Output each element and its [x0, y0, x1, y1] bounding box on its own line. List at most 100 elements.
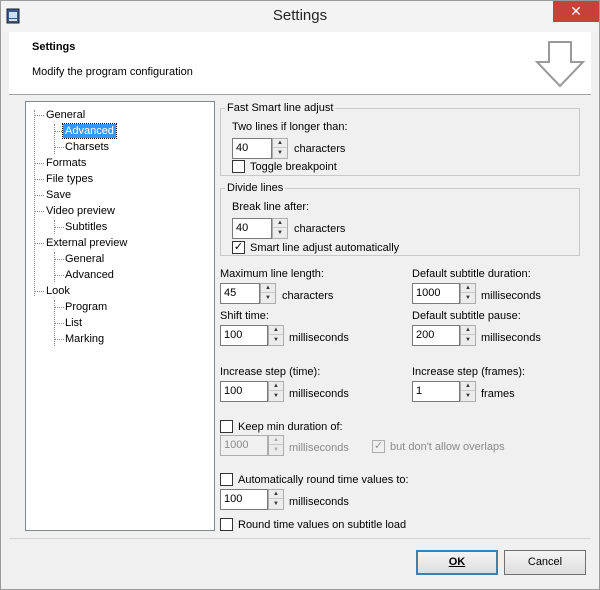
inc-time-stepper[interactable]: ▲ ▼: [268, 381, 284, 402]
tree-connector: [54, 252, 55, 282]
inc-frames-unit: frames: [481, 388, 515, 400]
max-line-input[interactable]: 45 ▲ ▼: [220, 283, 276, 304]
default-duration-stepper[interactable]: ▲ ▼: [460, 283, 476, 304]
break-after-value: 40: [236, 222, 249, 234]
max-line-value: 45: [224, 287, 237, 299]
spin-down-icon[interactable]: ▼: [269, 392, 283, 401]
spin-up-icon[interactable]: ▲: [269, 382, 283, 391]
max-line-stepper[interactable]: ▲ ▼: [260, 283, 276, 304]
tree-item-video-preview[interactable]: Video preview: [44, 204, 117, 218]
spin-up-icon[interactable]: ▲: [273, 139, 287, 148]
tree-item-ext-general[interactable]: General: [63, 252, 106, 266]
max-line-unit: characters: [282, 290, 334, 302]
smart-adjust-label[interactable]: Smart line adjust automatically: [250, 241, 399, 255]
spin-down-icon[interactable]: ▼: [269, 336, 283, 345]
tree-connector: [34, 163, 44, 164]
no-overlap-label[interactable]: but don't allow overlaps: [390, 440, 505, 454]
keep-min-stepper[interactable]: ▲ ▼: [268, 435, 284, 456]
inc-frames-stepper[interactable]: ▲ ▼: [460, 381, 476, 402]
spin-down-icon[interactable]: ▼: [461, 336, 475, 345]
settings-body: General Advanced Charsets Formats File t…: [9, 95, 591, 535]
header-subtitle: Modify the program configuration: [32, 66, 193, 78]
tree-item-save[interactable]: Save: [44, 188, 73, 202]
tree-item-marking[interactable]: Marking: [63, 332, 106, 346]
spin-down-icon[interactable]: ▼: [269, 500, 283, 509]
tree-connector: [34, 291, 44, 292]
tree-connector: [34, 211, 44, 212]
spin-down-icon[interactable]: ▼: [261, 294, 275, 303]
tree-connector: [34, 243, 44, 244]
cancel-button[interactable]: Cancel: [504, 550, 586, 575]
tree-item-advanced[interactable]: Advanced: [62, 123, 117, 139]
tree-item-ext-advanced[interactable]: Advanced: [63, 268, 116, 282]
keep-min-checkbox[interactable]: [220, 420, 233, 433]
spin-down-icon[interactable]: ▼: [461, 294, 475, 303]
default-pause-stepper[interactable]: ▲ ▼: [460, 325, 476, 346]
two-lines-value: 40: [236, 142, 249, 154]
tree-item-program[interactable]: Program: [63, 300, 109, 314]
inc-frames-input[interactable]: 1 ▲ ▼: [412, 381, 476, 402]
tree-connector: [34, 115, 44, 116]
spin-up-icon[interactable]: ▲: [273, 219, 287, 228]
tree-item-charsets[interactable]: Charsets: [63, 140, 111, 154]
keep-min-label[interactable]: Keep min duration of:: [238, 420, 343, 434]
inc-time-input[interactable]: 100 ▲ ▼: [220, 381, 284, 402]
title-bar[interactable]: Settings ✕: [1, 1, 599, 32]
close-button[interactable]: ✕: [553, 1, 599, 22]
shift-time-unit: milliseconds: [289, 332, 349, 344]
settings-tree[interactable]: General Advanced Charsets Formats File t…: [25, 101, 215, 531]
tree-item-general[interactable]: General: [44, 108, 87, 122]
break-after-unit: characters: [294, 223, 346, 235]
break-after-stepper[interactable]: ▲ ▼: [272, 218, 288, 239]
keep-min-input[interactable]: 1000 ▲ ▼: [220, 435, 284, 456]
default-pause-unit: milliseconds: [481, 332, 541, 344]
spin-up-icon[interactable]: ▲: [269, 490, 283, 499]
auto-round-checkbox[interactable]: [220, 473, 233, 486]
spin-up-icon[interactable]: ▲: [269, 436, 283, 445]
inc-time-value: 100: [224, 385, 243, 397]
default-duration-input[interactable]: 1000 ▲ ▼: [412, 283, 476, 304]
tree-connector: [34, 110, 35, 296]
shift-time-value: 100: [224, 329, 243, 341]
tree-item-look[interactable]: Look: [44, 284, 72, 298]
shift-time-stepper[interactable]: ▲ ▼: [268, 325, 284, 346]
default-pause-input[interactable]: 200 ▲ ▼: [412, 325, 476, 346]
shift-time-label: Shift time:: [220, 310, 269, 322]
auto-round-unit: milliseconds: [289, 496, 349, 508]
spin-down-icon[interactable]: ▼: [273, 149, 287, 158]
spin-up-icon[interactable]: ▲: [461, 284, 475, 293]
spin-up-icon[interactable]: ▲: [461, 382, 475, 391]
default-duration-value: 1000: [416, 287, 441, 299]
two-lines-input[interactable]: 40 ▲ ▼: [232, 138, 288, 159]
default-pause-value: 200: [416, 329, 435, 341]
tree-item-file-types[interactable]: File types: [44, 172, 95, 186]
tree-item-list[interactable]: List: [63, 316, 84, 330]
spin-down-icon[interactable]: ▼: [269, 446, 283, 455]
spin-down-icon[interactable]: ▼: [273, 229, 287, 238]
break-after-input[interactable]: 40 ▲ ▼: [232, 218, 288, 239]
shift-time-input[interactable]: 100 ▲ ▼: [220, 325, 284, 346]
two-lines-stepper[interactable]: ▲ ▼: [272, 138, 288, 159]
spin-up-icon[interactable]: ▲: [269, 326, 283, 335]
divide-lines-legend: Divide lines: [225, 181, 286, 195]
auto-round-input[interactable]: 100 ▲ ▼: [220, 489, 284, 510]
default-duration-unit: milliseconds: [481, 290, 541, 302]
smart-adjust-checkbox[interactable]: ✓: [232, 241, 245, 254]
spin-up-icon[interactable]: ▲: [261, 284, 275, 293]
default-pause-label: Default subtitle pause:: [412, 310, 521, 322]
default-duration-label: Default subtitle duration:: [412, 268, 531, 280]
round-on-load-checkbox[interactable]: [220, 518, 233, 531]
round-on-load-label[interactable]: Round time values on subtitle load: [238, 518, 406, 532]
spin-down-icon[interactable]: ▼: [461, 392, 475, 401]
auto-round-label[interactable]: Automatically round time values to:: [238, 473, 409, 487]
ok-button[interactable]: OK: [416, 550, 498, 575]
no-overlap-checkbox[interactable]: ✓: [372, 440, 385, 453]
spin-up-icon[interactable]: ▲: [461, 326, 475, 335]
auto-round-stepper[interactable]: ▲ ▼: [268, 489, 284, 510]
tree-item-subtitles[interactable]: Subtitles: [63, 220, 109, 234]
tree-item-formats[interactable]: Formats: [44, 156, 88, 170]
tree-item-external-preview[interactable]: External preview: [44, 236, 129, 250]
divide-lines-group: Divide lines Break line after: 40 ▲ ▼ ch…: [220, 181, 580, 256]
toggle-breakpoint-label[interactable]: Toggle breakpoint: [250, 160, 337, 174]
toggle-breakpoint-checkbox[interactable]: [232, 160, 245, 173]
